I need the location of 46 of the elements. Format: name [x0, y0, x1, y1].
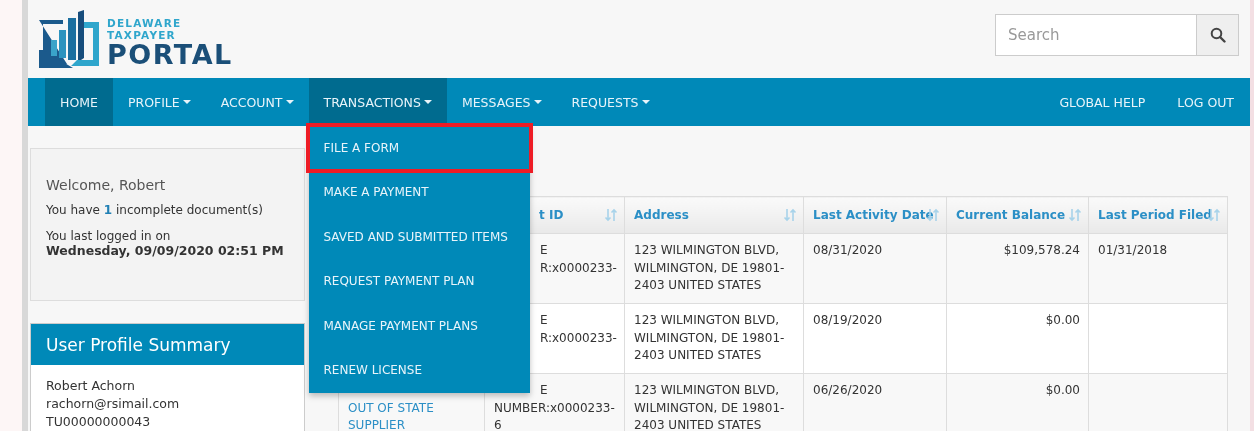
table-cell-text: E R:x0000233- — [539, 312, 617, 347]
menu-item[interactable]: REQUEST PAYMENT PLAN — [308, 259, 530, 304]
nav-tab[interactable]: TRANSACTIONS — [308, 78, 447, 126]
sort-icon — [783, 208, 797, 222]
column-header[interactable]: Last Period Filed — [1088, 196, 1228, 234]
table-cell-text: 08/19/2020 — [813, 312, 883, 329]
table-cell-text: 06/26/2020 — [813, 382, 883, 399]
table-cell-text: 08/31/2020 — [813, 242, 883, 259]
nav-tab[interactable]: REQUESTS — [556, 78, 665, 126]
caret-icon — [641, 100, 650, 104]
column-header[interactable]: Current Balance — [946, 196, 1089, 234]
table-cell-text: $0.00 — [1045, 312, 1080, 329]
profile-detail: rachorn@rsimail.com — [46, 395, 181, 413]
nav-tab[interactable]: ACCOUNT — [205, 78, 309, 126]
logo-text: DELAWARE — [107, 18, 183, 29]
caret-icon — [182, 100, 191, 104]
column-header[interactable]: Last Activity Date — [803, 196, 947, 234]
table-cell-text: 123 WILMINGTON BLVD, WILMINGTON, DE 19801-2403 UNITED STATES — [634, 312, 786, 364]
nav-tab[interactable]: MESSAGES — [446, 78, 557, 126]
nav-tab[interactable]: HOME — [45, 78, 113, 126]
nav-link[interactable]: LOG OUT — [1161, 78, 1250, 126]
sort-icon — [1068, 208, 1082, 222]
table-cell-text: 01/31/2018 — [1098, 242, 1168, 259]
column-header[interactable]: Address — [624, 196, 804, 234]
nav-tab[interactable]: PROFILE — [112, 78, 206, 126]
menu-item[interactable]: FILE A FORM — [308, 126, 530, 170]
last-login-label: You last logged in on — [46, 229, 172, 243]
table-cell-text: $0.00 — [1045, 382, 1080, 399]
caret-icon — [285, 100, 294, 104]
logo-text: PORTAL — [107, 41, 233, 68]
menu-item[interactable]: MANAGE PAYMENT PLANS — [308, 303, 530, 348]
table-cell-text: $109,578.24 — [1003, 242, 1080, 259]
sort-icon — [604, 208, 618, 222]
table-cell-text: 123 WILMINGTON BLVD, WILMINGTON, DE 19801-2403 UNITED STATES — [634, 382, 786, 431]
caret-icon — [423, 100, 432, 104]
nav-link[interactable]: GLOBAL HELP — [1043, 78, 1162, 126]
profile-detail: TU00000000043 — [46, 413, 152, 431]
welcome-text: Welcome, Robert — [46, 177, 167, 193]
profile-card-header: User Profile Summary — [31, 324, 304, 365]
table-cell-text: 123 WILMINGTON BLVD, WILMINGTON, DE 19801-2403 UNITED STATES — [634, 242, 786, 294]
last-login-date: Wednesday, 09/09/2020 02:51 PM — [46, 243, 285, 258]
profile-detail: Robert Achorn — [46, 377, 137, 395]
logo-text: TAXPAYER — [107, 29, 177, 40]
table-cell-text: E R:x0000233- — [539, 242, 617, 277]
caret-icon — [533, 100, 542, 104]
document-count-text: You have 1 incomplete document(s) — [46, 203, 264, 217]
